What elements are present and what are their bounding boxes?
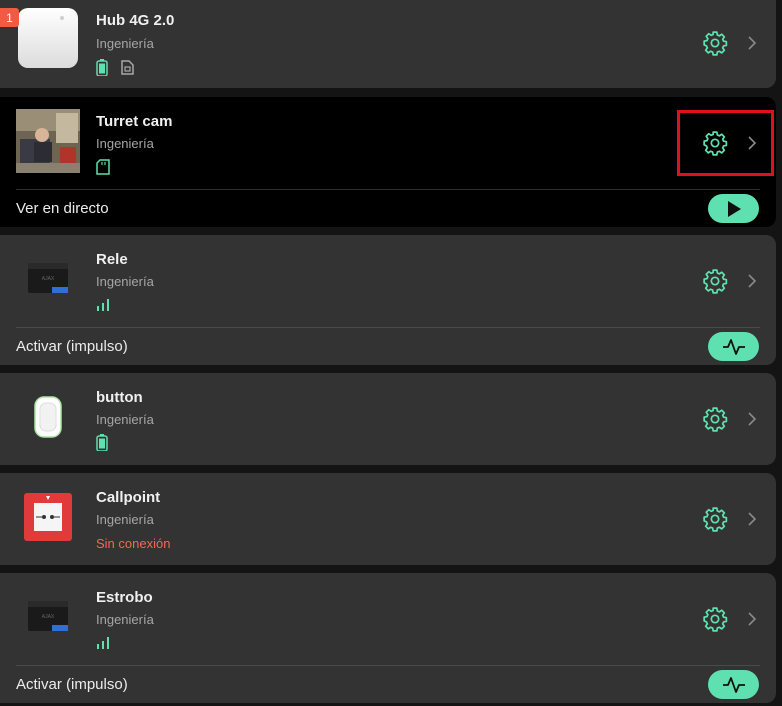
- battery-icon: [96, 434, 108, 456]
- pulse-icon: [722, 676, 745, 693]
- device-room: Ingeniería: [96, 274, 154, 289]
- svg-text:AJAX: AJAX: [42, 614, 55, 620]
- signal-strength-icon: [96, 634, 112, 655]
- chevron-right-icon[interactable]: [746, 35, 758, 51]
- play-live-button[interactable]: [708, 194, 759, 223]
- device-name: Callpoint: [96, 489, 161, 506]
- settings-gear-icon[interactable]: [702, 30, 728, 56]
- device-name: button: [96, 389, 143, 406]
- chevron-right-icon[interactable]: [746, 611, 758, 627]
- relay-device-image: AJAX: [16, 249, 80, 313]
- pulse-activate-button[interactable]: [708, 670, 759, 699]
- camera-preview-thumbnail: [16, 109, 80, 173]
- hub-device-image: [16, 4, 80, 68]
- divider: [16, 665, 760, 666]
- device-name: Rele: [96, 251, 128, 268]
- play-icon: [727, 200, 741, 217]
- device-room: Ingeniería: [96, 412, 154, 427]
- settings-gear-icon[interactable]: [702, 506, 728, 532]
- settings-gear-icon[interactable]: [702, 406, 728, 432]
- highlight-box: [677, 110, 774, 176]
- chevron-right-icon[interactable]: [746, 411, 758, 427]
- device-room: Ingeniería: [96, 36, 154, 51]
- sd-card-icon: [96, 159, 110, 180]
- device-room: Ingeniería: [96, 612, 154, 627]
- pulse-icon: [722, 338, 745, 355]
- action-label: Activar (impulso): [16, 338, 128, 355]
- device-card-rele[interactable]: AJAX Rele Ingeniería Activar (impulso): [0, 235, 776, 365]
- signal-strength-icon: [96, 296, 112, 317]
- device-room: Ingeniería: [96, 512, 154, 527]
- divider: [16, 189, 760, 190]
- callpoint-device-image: [16, 485, 80, 549]
- device-card-hub[interactable]: 1 Hub 4G 2.0 Ingeniería: [0, 0, 776, 88]
- device-card-estrobo[interactable]: AJAX Estrobo Ingeniería Activar (impulso…: [0, 573, 776, 703]
- battery-icon: [96, 59, 108, 81]
- action-label: Activar (impulso): [16, 676, 128, 693]
- pulse-activate-button[interactable]: [708, 332, 759, 361]
- sim-card-icon: [121, 60, 134, 80]
- action-label: Ver en directo: [16, 200, 109, 217]
- device-name: Turret cam: [96, 113, 173, 130]
- settings-gear-icon[interactable]: [702, 268, 728, 294]
- device-name: Hub 4G 2.0: [96, 12, 175, 29]
- strobe-device-image: AJAX: [16, 587, 80, 651]
- device-card-callpoint[interactable]: Callpoint Ingeniería Sin conexión: [0, 473, 776, 565]
- chevron-right-icon[interactable]: [746, 511, 758, 527]
- device-name: Estrobo: [96, 589, 153, 606]
- settings-gear-icon[interactable]: [702, 606, 728, 632]
- offline-status: Sin conexión: [96, 536, 171, 551]
- svg-text:AJAX: AJAX: [42, 276, 55, 282]
- divider: [16, 327, 760, 328]
- device-card-button[interactable]: button Ingeniería: [0, 373, 776, 465]
- notification-badge: 1: [0, 8, 19, 27]
- chevron-right-icon[interactable]: [746, 273, 758, 289]
- button-device-image: [16, 385, 80, 449]
- device-room: Ingeniería: [96, 136, 154, 151]
- device-card-turret-cam[interactable]: Turret cam Ingeniería Ver en directo: [0, 97, 776, 227]
